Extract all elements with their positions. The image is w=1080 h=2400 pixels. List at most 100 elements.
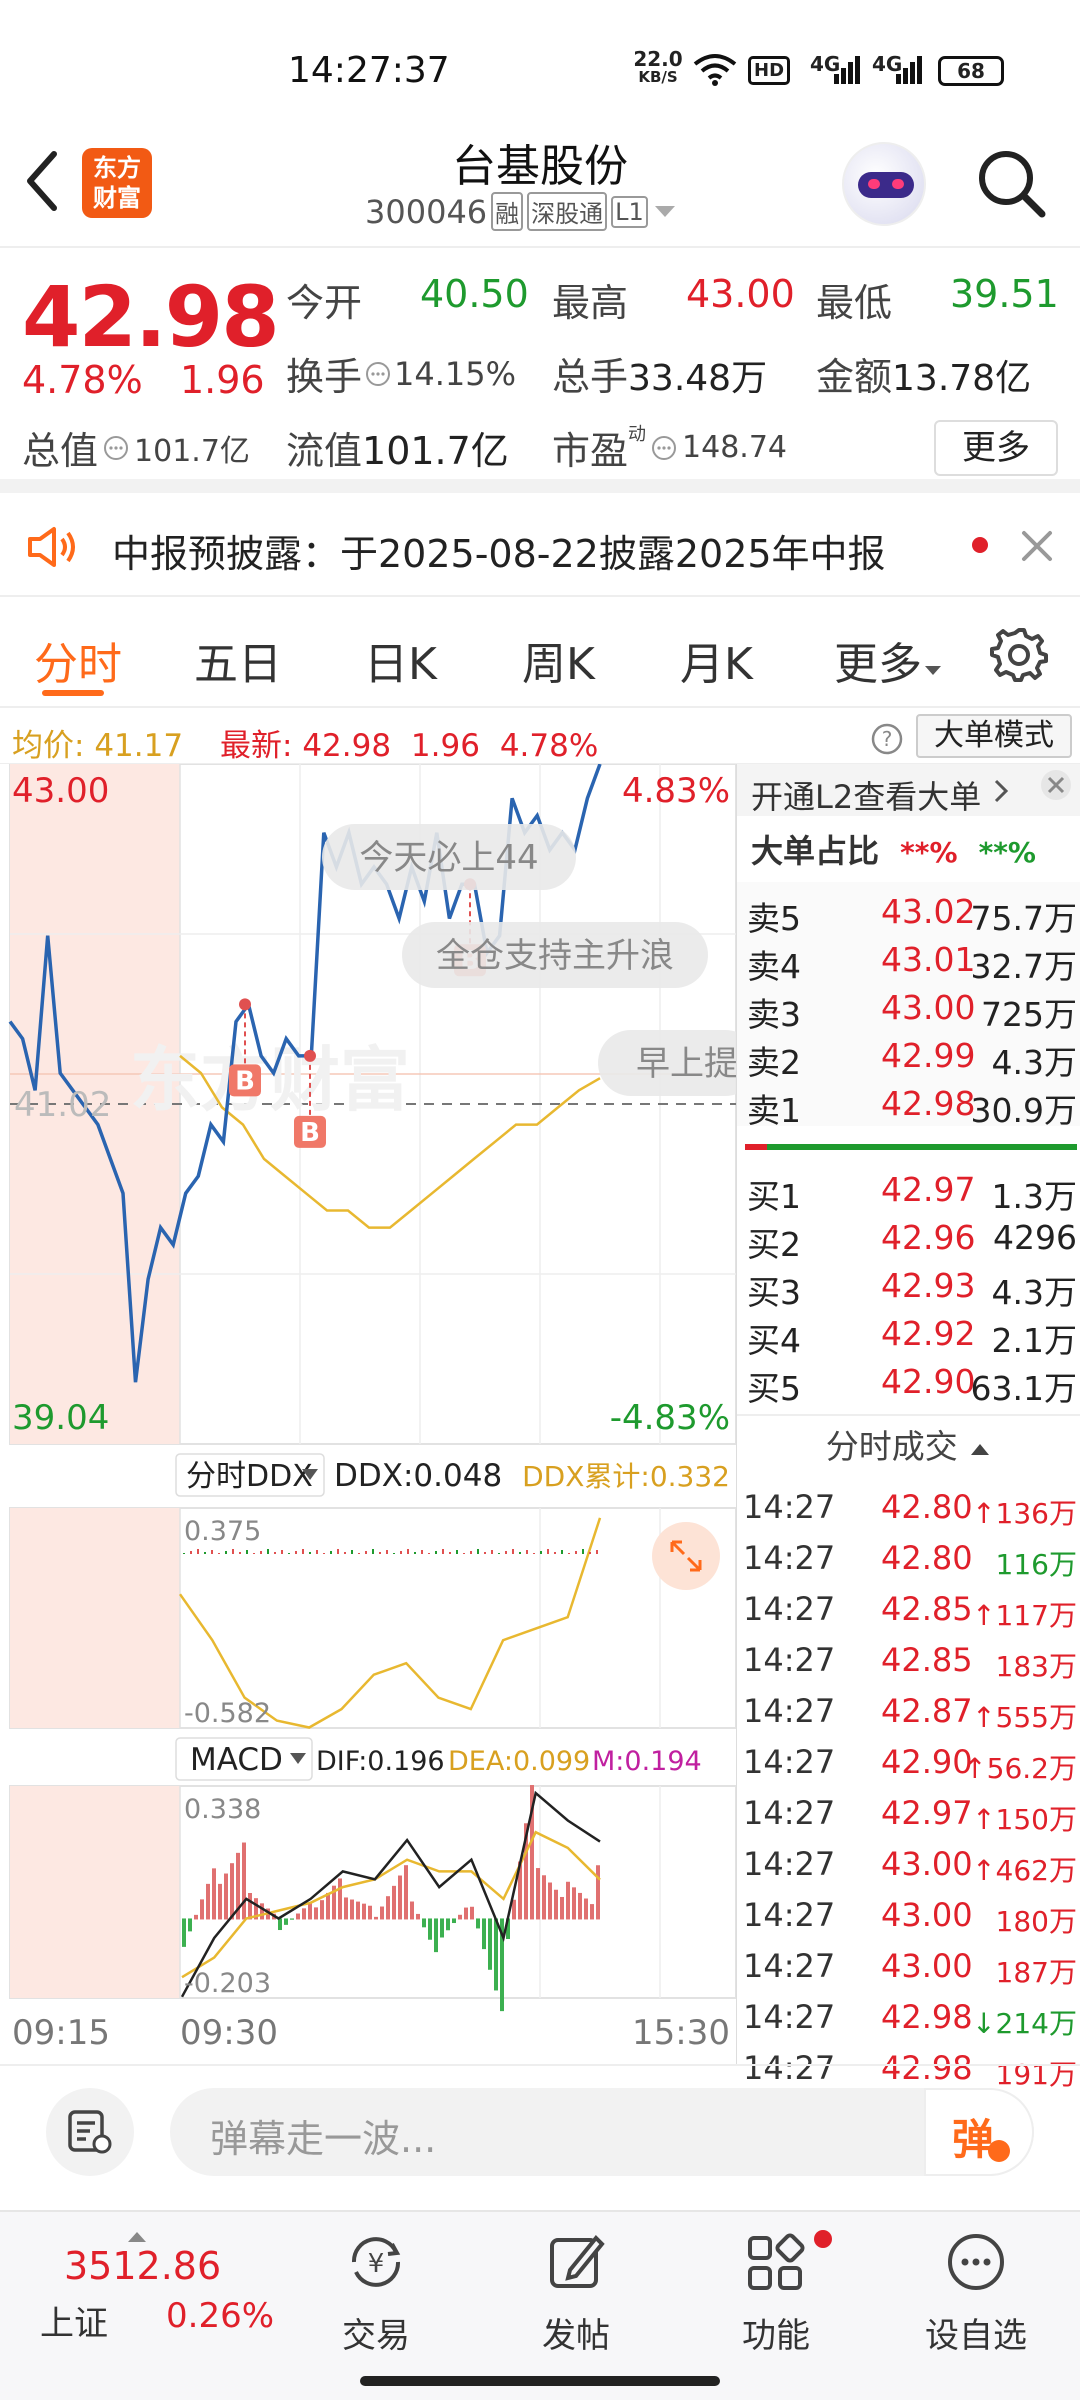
turnover-value: 14.15%	[394, 354, 517, 393]
tab-more[interactable]: 更多	[834, 628, 944, 692]
ask-row-4[interactable]: 卖4 43.01 32.7万	[747, 940, 1077, 988]
info-dots-icon[interactable]	[102, 434, 130, 462]
notice-bar[interactable]: 中报预披露：于2025-08-22披露2025年中报	[0, 493, 1080, 597]
level-tag[interactable]: L1	[611, 195, 648, 228]
trade-volume-cell: 187万	[996, 1951, 1077, 1991]
intraday-chart-svg[interactable]: 东方财富 BBB 43.00 39.04 4.83% -4.83% 41.02 …	[0, 764, 736, 2064]
caret-up-icon	[971, 1444, 990, 1455]
nav-trade-label: 交易	[342, 2316, 410, 2356]
trade-row: 14:27 42.85 183万	[743, 1641, 1077, 1691]
bid-row-4[interactable]: 买4 42.92 2.1万	[747, 1314, 1077, 1362]
ask-label: 卖4	[747, 947, 801, 986]
ask-row-1[interactable]: 卖1 42.98 30.9万	[747, 1084, 1077, 1132]
ask-row-2[interactable]: 卖2 42.99 4.3万	[747, 1036, 1077, 1084]
bid-label: 买5	[747, 1369, 801, 1408]
danmu-settings-button[interactable]	[46, 2088, 134, 2176]
y-axis-bottom-label: 39.04	[12, 1398, 109, 1438]
trade-price: 42.97	[881, 1794, 973, 1832]
close-icon[interactable]	[1039, 768, 1073, 802]
macd-histogram-bar	[482, 1918, 486, 1950]
trade-row: 14:27 42.80 ↑136万	[743, 1488, 1077, 1538]
macd-histogram-bar	[248, 1893, 252, 1920]
tab-daily-k[interactable]: 日K	[364, 628, 437, 692]
trade-price: 42.85	[881, 1641, 973, 1679]
caret-down-icon[interactable]	[652, 203, 678, 221]
trade-volume: 116万	[995, 1548, 1077, 1581]
ask-row-3[interactable]: 卖3 43.00 725万	[747, 988, 1077, 1036]
macd-histogram-bar	[188, 1918, 192, 1932]
macd-histogram-bar	[554, 1889, 558, 1920]
nav-trade[interactable]: ¥ 交易	[306, 2230, 446, 2357]
macd-histogram-bar	[290, 1918, 294, 1920]
bid-row-1[interactable]: 买1 42.97 1.3万	[747, 1170, 1077, 1218]
macd-histogram-bar	[560, 1896, 564, 1920]
more-button[interactable]: 更多	[934, 420, 1058, 476]
svg-text:?: ?	[882, 727, 893, 751]
ask-volume: 4.3万	[991, 1043, 1077, 1082]
danmu-placeholder: 弹幕走一波...	[210, 2117, 437, 2161]
nav-add-watchlist[interactable]: 设自选	[906, 2230, 1046, 2357]
trade-price: 43.00	[881, 1947, 973, 1985]
high-value: 43.00	[686, 272, 795, 316]
bid-label: 买4	[747, 1321, 801, 1360]
tab-intraday[interactable]: 分时	[34, 628, 122, 692]
macd-histogram-bar	[578, 1892, 582, 1920]
macd-histogram-bar	[422, 1918, 426, 1928]
bid-volume: 4296	[993, 1218, 1077, 1257]
speaker-icon	[28, 527, 75, 567]
tab-weekly-k[interactable]: 周K	[522, 628, 595, 692]
trade-price: 42.80	[881, 1539, 973, 1577]
caret-up-icon	[128, 2232, 146, 2242]
macd-histogram-bar	[440, 1918, 444, 1938]
trade-volume-cell: ↑117万	[972, 1594, 1077, 1634]
macd-histogram-bar	[302, 1908, 306, 1920]
bid-row-3[interactable]: 买3 42.93 4.3万	[747, 1266, 1077, 1314]
trade-volume: 187万	[995, 1956, 1077, 1989]
trade-row: 14:27 42.87 ↑555万	[743, 1692, 1077, 1742]
tab-monthly-k[interactable]: 月K	[680, 628, 753, 692]
bid-row-5[interactable]: 买5 42.90 63.1万	[747, 1362, 1077, 1410]
amount-value: 13.78亿	[892, 358, 1032, 399]
trades-header[interactable]: 分时成交	[737, 1420, 1080, 1468]
l2-promo-banner[interactable]: 开通L2查看大单	[737, 764, 1080, 816]
macd-histogram-bar	[350, 1899, 354, 1920]
settings-gear-icon[interactable]	[990, 624, 1048, 682]
macd-dif: DIF:0.196	[316, 1746, 445, 1777]
close-icon[interactable]	[1020, 529, 1054, 563]
macd-histogram-bar	[200, 1899, 204, 1920]
ddx-value: DDX:0.048	[334, 1458, 502, 1494]
trade-volume: 180万	[995, 1905, 1077, 1938]
assistant-robot-icon[interactable]	[842, 142, 926, 226]
wifi-icon	[693, 54, 737, 86]
nav-features[interactable]: 功能	[706, 2230, 846, 2357]
trade-price: 42.90	[881, 1743, 973, 1781]
tab-five-day[interactable]: 五日	[194, 628, 282, 692]
ask-row-5[interactable]: 卖5 43.02 75.7万	[747, 892, 1077, 940]
help-icon[interactable]: ?	[870, 722, 904, 756]
trade-price: 42.87	[881, 1692, 973, 1730]
info-dots-icon[interactable]	[364, 360, 392, 388]
nav-post[interactable]: 发帖	[506, 2230, 646, 2357]
trade-direction-arrow: ↑	[972, 1599, 996, 1632]
pe-value: 148.74	[682, 430, 787, 465]
macd-histogram-bar	[392, 1885, 396, 1920]
low-label: 最低	[816, 281, 893, 325]
search-icon[interactable]	[976, 148, 1048, 220]
expand-icon-bg	[652, 1522, 720, 1590]
info-dots-icon[interactable]	[650, 434, 678, 462]
bid-label: 买3	[747, 1273, 801, 1312]
macd-histogram-bar	[566, 1881, 570, 1920]
macd-histogram-bar	[572, 1887, 576, 1920]
bid-volume: 63.1万	[970, 1369, 1077, 1408]
volume-value: 33.48万	[628, 358, 768, 399]
change-pct: 4.78%	[22, 358, 143, 402]
danmu-input[interactable]: 弹幕走一波... 弹	[170, 2088, 1034, 2176]
macd-histogram-bar	[194, 1914, 198, 1920]
big-order-mode-button[interactable]: 大单模式	[916, 714, 1072, 758]
home-indicator	[360, 2376, 720, 2386]
ask-label: 卖5	[747, 899, 801, 938]
time-axis-start: 09:15	[12, 2013, 110, 2053]
danmu-toggle-button[interactable]: 弹	[924, 2088, 1034, 2176]
bid-row-2[interactable]: 买2 42.96 4296	[747, 1218, 1077, 1266]
trade-price: 43.00	[881, 1845, 973, 1883]
